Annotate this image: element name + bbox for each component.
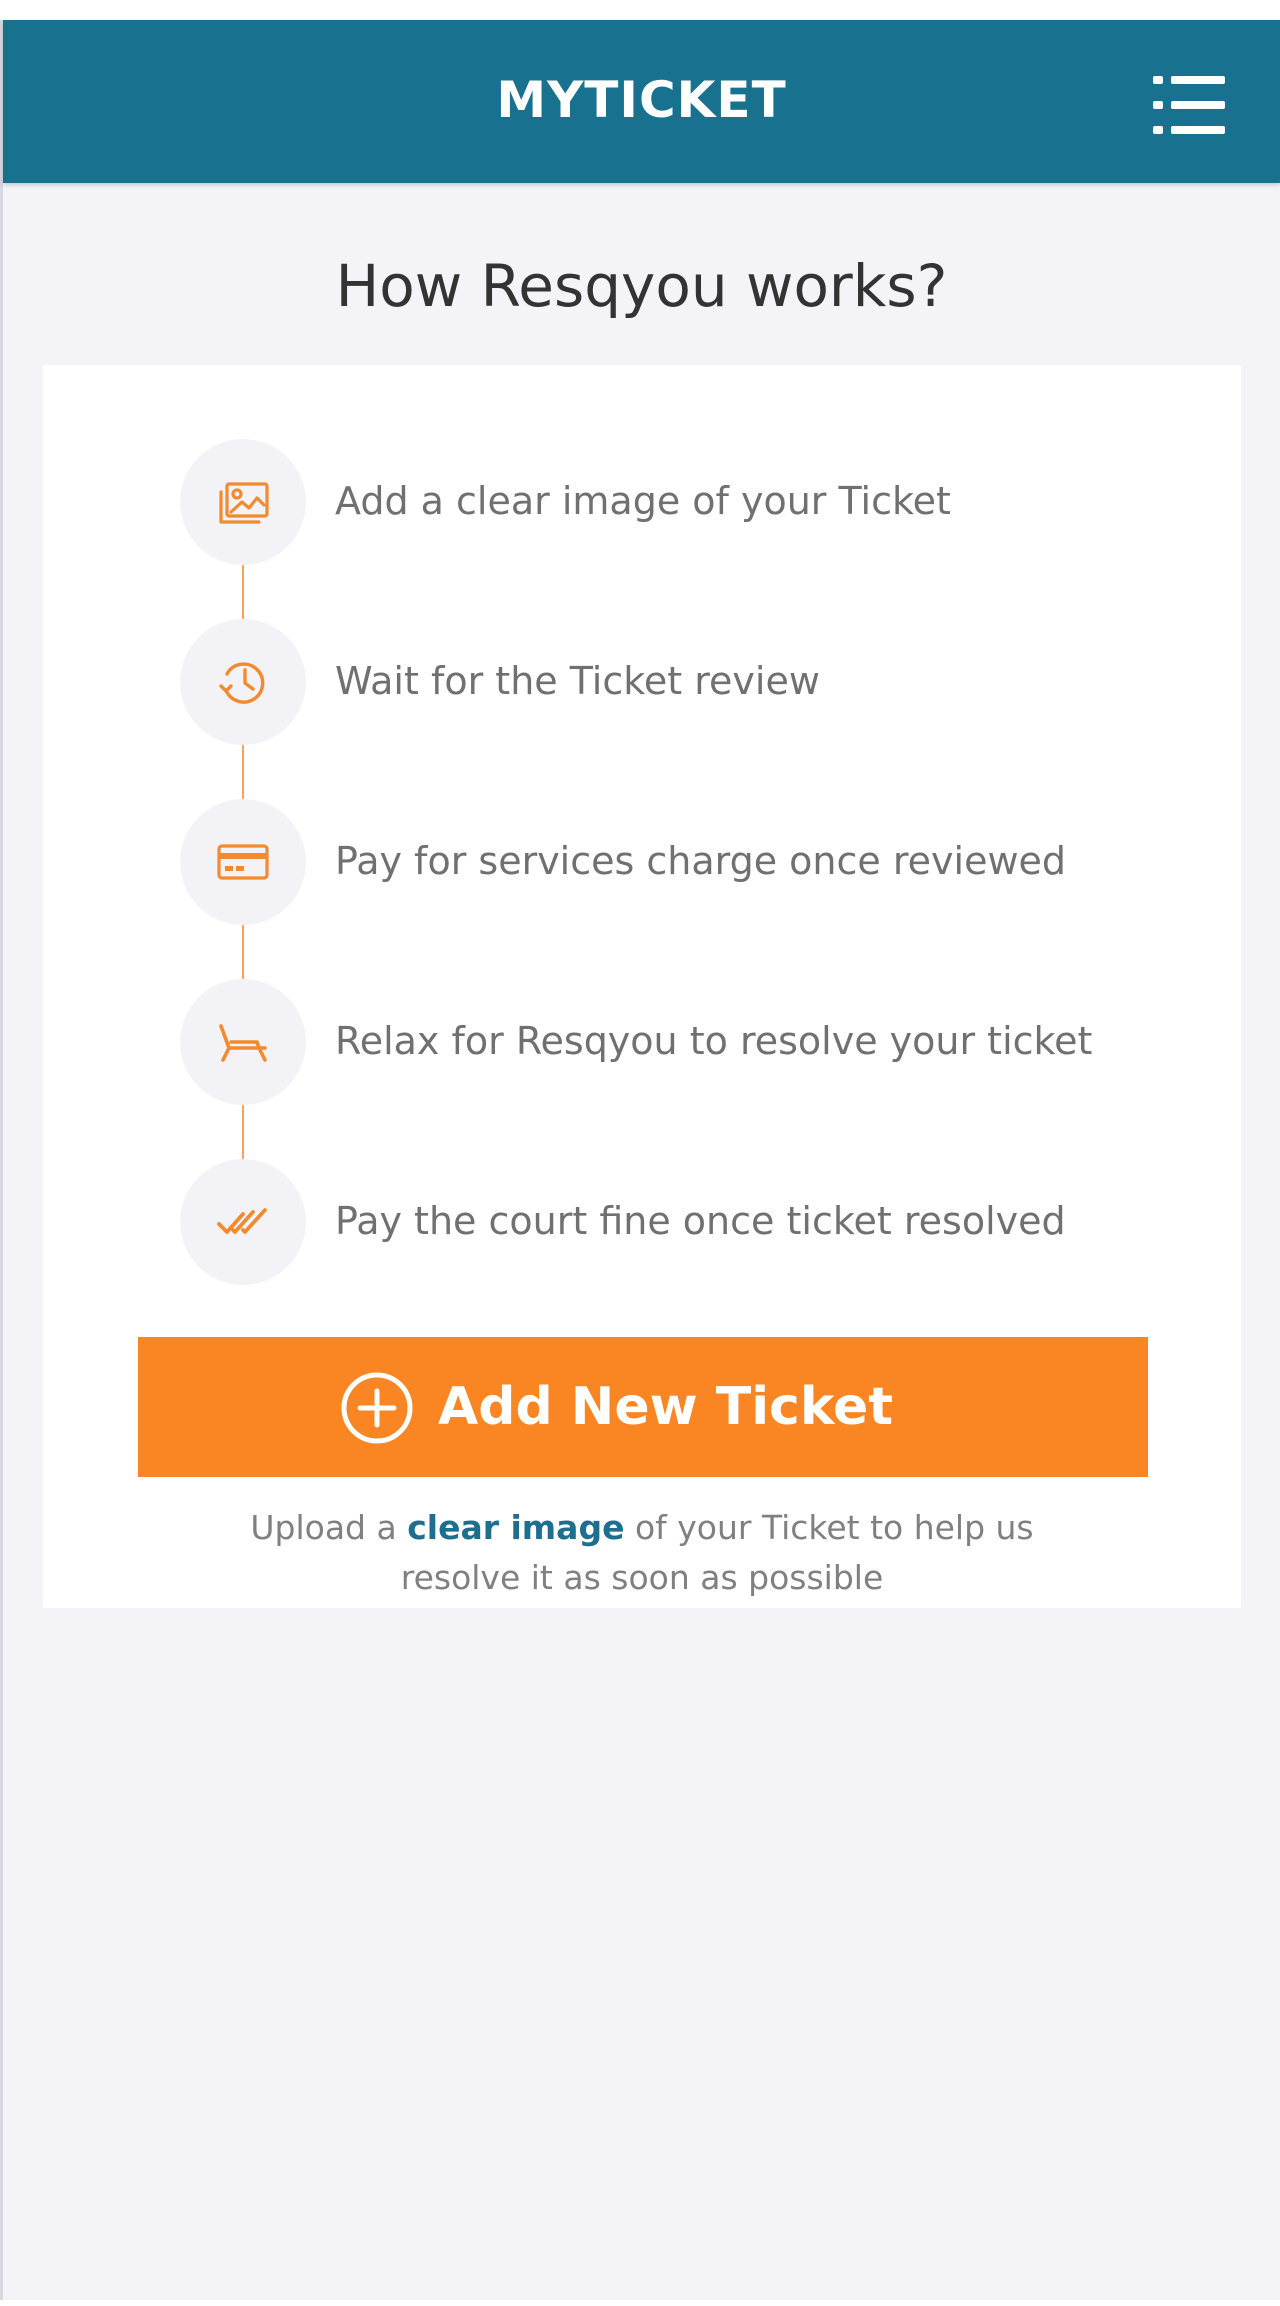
lounge-chair-icon [219,1024,267,1062]
step-icon-circle [180,799,306,925]
clear-image-link[interactable]: clear image [407,1508,624,1547]
app-screen: MYTICKET How Resqyou works? Add a clear … [0,20,1280,2300]
plus-circle-icon [341,1372,413,1444]
help-text-after-link: of your Ticket to help us [634,1508,1034,1547]
step-icon-circle [180,439,306,565]
step-icon-circle [180,619,306,745]
help-text-before-link: Upload a [250,1508,397,1547]
help-text: Upload a clear image of your Ticket to h… [43,1503,1241,1603]
menu-button[interactable] [1143,70,1235,140]
step-text: Wait for the Ticket review [335,659,820,703]
step-connector [242,565,244,619]
step-text: Pay the court fine once ticket resolved [335,1199,1066,1243]
list-menu-icon [1153,76,1225,134]
credit-card-icon [217,844,269,880]
image-icon [219,482,269,524]
step-text: Add a clear image of your Ticket [335,479,951,523]
step-icon-circle [180,1159,306,1285]
step-connector [242,745,244,799]
add-new-ticket-label: Add New Ticket [438,1377,894,1437]
add-new-ticket-button[interactable]: Add New Ticket [138,1337,1148,1477]
step-text: Relax for Resqyou to resolve your ticket [335,1019,1093,1063]
page-heading: How Resqyou works? [335,252,948,320]
double-check-icon [217,1208,267,1234]
step-icon-circle [180,979,306,1105]
app-title: MYTICKET [496,71,787,129]
how-it-works-card: Add a clear image of your Ticket Wait fo… [43,365,1241,1608]
step-connector [242,1105,244,1159]
step-connector [242,925,244,979]
help-text-line-1: Upload a clear image of your Ticket to h… [43,1503,1241,1553]
app-bar: MYTICKET [3,20,1280,183]
history-clock-icon [219,662,265,704]
help-text-line-2: resolve it as soon as possible [400,1558,884,1597]
step-text: Pay for services charge once reviewed [335,839,1067,883]
